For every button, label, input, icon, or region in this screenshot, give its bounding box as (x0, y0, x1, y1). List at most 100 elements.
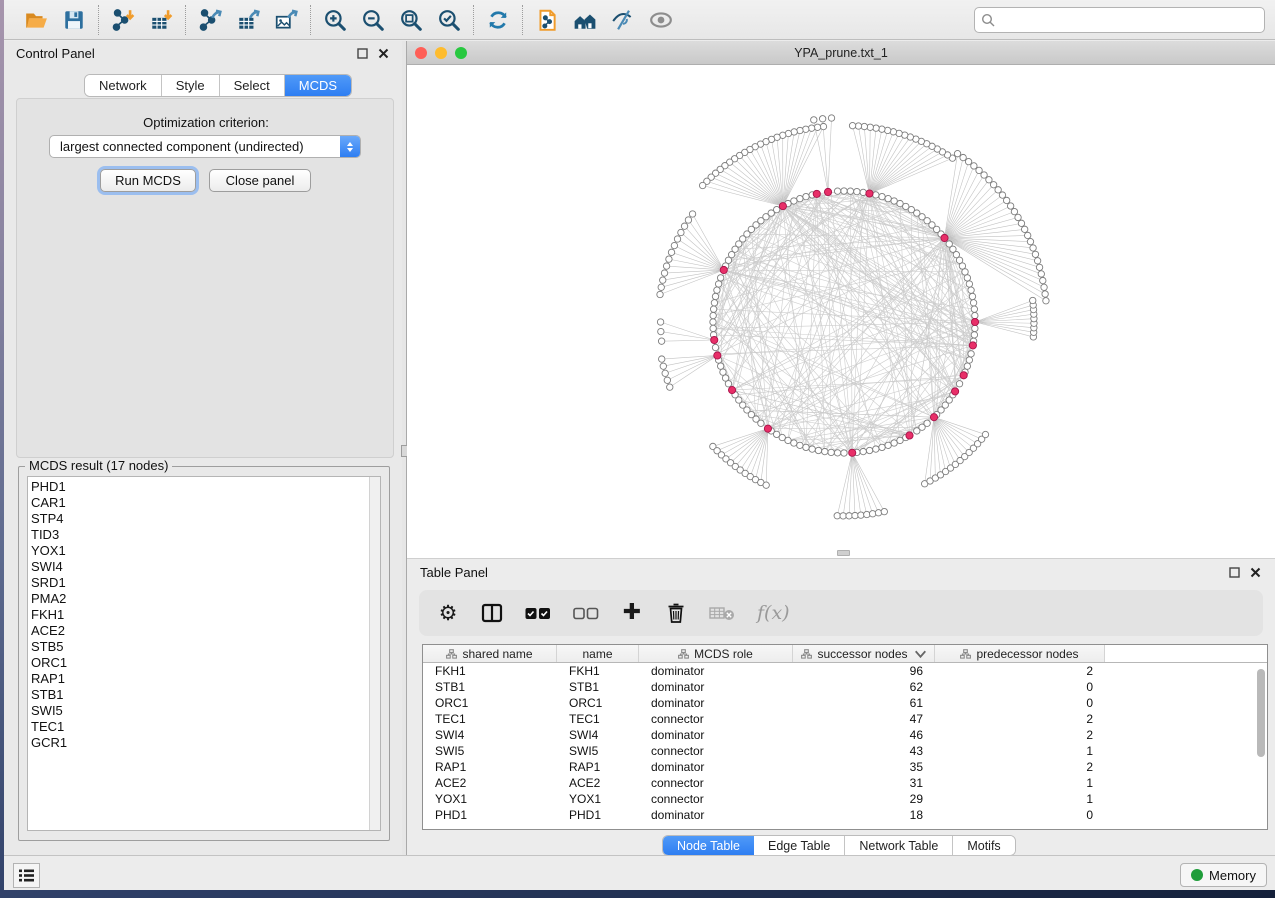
network-node[interactable] (711, 300, 717, 306)
network-node[interactable] (785, 437, 791, 443)
table-row[interactable]: SWI4SWI4dominator462 (423, 727, 1267, 743)
mcds-node-item[interactable]: ORC1 (31, 655, 67, 671)
leaf-node[interactable] (1030, 245, 1036, 251)
network-node[interactable] (924, 420, 930, 426)
network-node[interactable] (885, 195, 891, 201)
network-node[interactable] (968, 287, 974, 293)
close-table-panel-icon[interactable] (1248, 565, 1262, 579)
close-panel-button[interactable]: Close panel (209, 169, 311, 192)
tab-node-table[interactable]: Node Table (663, 836, 754, 855)
leaf-node[interactable] (965, 158, 971, 164)
leaf-node[interactable] (658, 284, 664, 290)
network-node[interactable] (964, 275, 970, 281)
leaf-node[interactable] (960, 154, 966, 160)
mcds-hub-node[interactable] (711, 336, 718, 343)
search-box[interactable] (974, 7, 1265, 33)
table-row[interactable]: PHD1PHD1dominator180 (423, 807, 1267, 823)
network-node[interactable] (714, 287, 720, 293)
leaf-node[interactable] (663, 263, 669, 269)
import-network-button[interactable] (108, 5, 138, 35)
leaf-node[interactable] (657, 291, 663, 297)
mcds-hub-node[interactable] (849, 449, 856, 456)
clone-network-button[interactable] (532, 5, 562, 35)
leaf-node[interactable] (875, 510, 881, 516)
network-node[interactable] (803, 193, 809, 199)
leaf-node[interactable] (1038, 271, 1044, 277)
network-node[interactable] (797, 195, 803, 201)
network-node[interactable] (964, 363, 970, 369)
leaf-node[interactable] (884, 127, 890, 133)
network-node[interactable] (860, 189, 866, 195)
refresh-button[interactable] (483, 5, 513, 35)
leaf-node[interactable] (1042, 291, 1048, 297)
tab-select[interactable]: Select (220, 75, 285, 96)
network-node[interactable] (710, 306, 716, 312)
leaf-node[interactable] (1030, 297, 1036, 303)
leaf-node[interactable] (658, 338, 664, 344)
leaf-node[interactable] (873, 125, 879, 131)
network-node[interactable] (834, 450, 840, 456)
mcds-hub-node[interactable] (779, 203, 786, 210)
network-node[interactable] (866, 447, 872, 453)
network-node[interactable] (841, 450, 847, 456)
network-node[interactable] (847, 188, 853, 194)
leaf-node[interactable] (981, 172, 987, 178)
leaf-node[interactable] (849, 122, 855, 128)
export-image-button[interactable] (271, 5, 301, 35)
zoom-fit-button[interactable] (396, 5, 426, 35)
network-node[interactable] (758, 420, 764, 426)
leaf-node[interactable] (1036, 264, 1042, 270)
tab-motifs[interactable]: Motifs (953, 836, 1014, 855)
criterion-dropdown[interactable]: largest connected component (undirected) (49, 135, 361, 158)
leaf-node[interactable] (855, 123, 861, 129)
tab-network-table[interactable]: Network Table (845, 836, 953, 855)
network-node[interactable] (712, 293, 718, 299)
leaf-node[interactable] (976, 167, 982, 173)
network-node[interactable] (966, 281, 972, 287)
column-header-MCDS-role[interactable]: MCDS role (639, 645, 793, 662)
mcds-list-scrollbar[interactable] (369, 477, 380, 830)
mcds-hub-node[interactable] (728, 386, 735, 393)
mcds-node-item[interactable]: TEC1 (31, 719, 67, 735)
table-row[interactable]: YOX1YOX1connector291 (423, 791, 1267, 807)
network-node[interactable] (968, 351, 974, 357)
mcds-node-item[interactable]: STP4 (31, 511, 67, 527)
network-node[interactable] (971, 332, 977, 338)
zoom-in-button[interactable] (320, 5, 350, 35)
leaf-node[interactable] (1021, 226, 1027, 232)
leaf-node[interactable] (828, 115, 834, 121)
mcds-hub-node[interactable] (930, 414, 937, 421)
float-panel-icon[interactable] (355, 46, 369, 60)
leaf-node[interactable] (840, 513, 846, 519)
leaf-node[interactable] (689, 211, 695, 217)
column-header-successor-nodes[interactable]: successor nodes (793, 645, 935, 662)
leaf-node[interactable] (662, 370, 668, 376)
delete-table-button[interactable] (709, 601, 735, 625)
leaf-node[interactable] (666, 256, 672, 262)
leaf-node[interactable] (867, 124, 873, 130)
select-all-button[interactable] (525, 601, 551, 625)
column-header-predecessor-nodes[interactable]: predecessor nodes (935, 645, 1105, 662)
mcds-node-item[interactable]: GCR1 (31, 735, 67, 751)
task-history-button[interactable] (13, 863, 40, 888)
mcds-node-item[interactable]: STB5 (31, 639, 67, 655)
tab-network[interactable]: Network (85, 75, 162, 96)
network-graph[interactable] (407, 65, 1275, 558)
leaf-node[interactable] (678, 229, 684, 235)
leaf-node[interactable] (982, 431, 988, 437)
mcds-node-item[interactable]: PMA2 (31, 591, 67, 607)
mcds-node-item[interactable]: SWI5 (31, 703, 67, 719)
tab-edge-table[interactable]: Edge Table (754, 836, 845, 855)
network-node[interactable] (841, 188, 847, 194)
mcds-hub-node[interactable] (714, 352, 721, 359)
leaf-node[interactable] (659, 356, 665, 362)
leaf-node[interactable] (861, 123, 867, 129)
network-node[interactable] (715, 281, 721, 287)
network-node[interactable] (873, 446, 879, 452)
network-node[interactable] (970, 300, 976, 306)
table-row[interactable]: TEC1TEC1connector472 (423, 711, 1267, 727)
network-node[interactable] (962, 269, 968, 275)
save-session-button[interactable] (59, 5, 89, 35)
network-node[interactable] (815, 447, 821, 453)
add-column-button[interactable]: ✚ (621, 601, 643, 625)
